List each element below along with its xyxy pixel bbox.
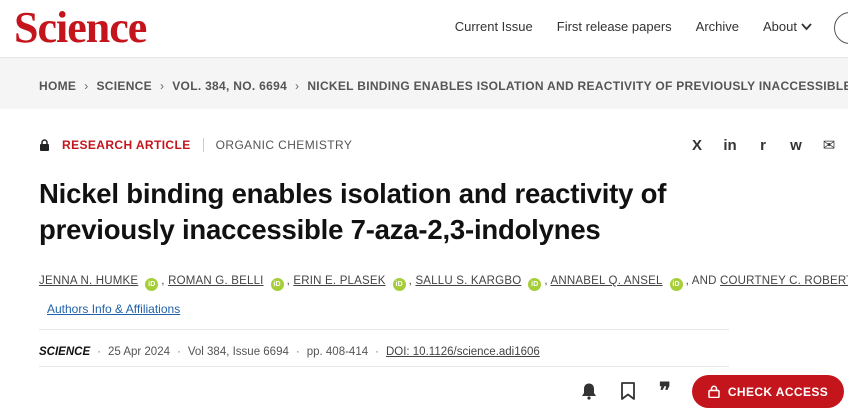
separator-dot: · — [295, 346, 300, 358]
author-link[interactable]: ROMAN G. BELLI — [168, 275, 263, 287]
author-link[interactable]: ERIN E. PLASEK — [293, 275, 385, 287]
authors-info-affiliations-link[interactable]: Authors Info & Affiliations — [47, 302, 180, 316]
chevron-right-icon: › — [159, 79, 165, 93]
page-range: pp. 408-414 — [306, 346, 369, 358]
article-type: RESEARCH ARTICLE — [62, 138, 191, 152]
cite-icon[interactable]: ❞ — [659, 380, 671, 402]
check-access-label: CHECK ACCESS — [727, 384, 829, 399]
nav-about[interactable]: About — [763, 18, 812, 36]
top-navigation: Science Current Issue First release pape… — [0, 0, 848, 56]
orcid-icon[interactable]: iD — [270, 278, 284, 291]
share-bar: X in r w ✉ — [688, 137, 838, 155]
author-link[interactable]: COURTNEY C. ROBERTS — [720, 275, 848, 287]
author-link[interactable]: JENNA N. HUMKE — [39, 275, 138, 287]
author-link[interactable]: SALLU S. KARGBO — [415, 275, 521, 287]
separator-dot: · — [97, 346, 101, 358]
nav-archive[interactable]: Archive — [696, 18, 739, 36]
linkedin-icon[interactable]: in — [721, 137, 739, 155]
lock-icon — [40, 139, 49, 151]
article-meta: RESEARCH ARTICLE ORGANIC CHEMISTRY — [39, 138, 352, 152]
bell-icon[interactable] — [580, 382, 598, 400]
chevron-right-icon: › — [84, 79, 89, 93]
divider — [39, 366, 729, 367]
wechat-icon[interactable]: w — [787, 137, 805, 155]
breadcrumb-volume[interactable]: VOL. 384, NO. 6694 — [172, 79, 287, 93]
breadcrumb-current: NICKEL BINDING ENABLES ISOLATION AND REA… — [307, 79, 848, 93]
orcid-icon[interactable]: iD — [145, 278, 159, 291]
article-subject[interactable]: ORGANIC CHEMISTRY — [216, 138, 353, 152]
orcid-icon[interactable]: iD — [392, 278, 406, 291]
nav-about-label: About — [763, 19, 797, 34]
author-link[interactable]: ANNABEL Q. ANSEL — [551, 275, 663, 287]
doi-link[interactable]: DOI: 10.1126/science.adi1606 — [386, 346, 540, 358]
orcid-icon[interactable]: iD — [528, 278, 542, 291]
x-icon[interactable]: X — [688, 137, 706, 155]
breadcrumb: HOME › SCIENCE › VOL. 384, NO. 6694 › NICKEL B… — [39, 79, 848, 93]
journal-name: SCIENCE — [39, 346, 91, 358]
publication-date: 25 Apr 2024 — [107, 346, 170, 358]
and-text: , AND — [685, 275, 717, 287]
reddit-icon[interactable]: r — [754, 137, 772, 155]
volume-issue: Vol 384, Issue 6694 — [187, 346, 289, 358]
nav-current-issue[interactable]: Current Issue — [455, 18, 533, 36]
bookmark-icon[interactable] — [620, 382, 636, 400]
divider — [202, 138, 204, 152]
email-icon[interactable]: ✉ — [820, 137, 838, 155]
divider — [39, 329, 729, 330]
chevron-down-icon — [801, 23, 812, 31]
breadcrumb-bar: HOME › SCIENCE › VOL. 384, NO. 6694 › NICKEL B… — [0, 57, 848, 109]
science-logo[interactable]: Science — [14, 4, 147, 52]
breadcrumb-home[interactable]: HOME — [39, 79, 76, 93]
citation-line: SCIENCE · 25 Apr 2024 · Vol 384, Issue 6694 ·… — [39, 346, 540, 358]
check-access-button[interactable]: CHECK ACCESS — [692, 375, 844, 408]
nav-links: Current Issue First release papers Archi… — [455, 18, 812, 36]
chevron-right-icon: › — [295, 79, 300, 93]
separator-dot: · — [375, 346, 379, 358]
nav-first-release-papers[interactable]: First release papers — [557, 18, 672, 36]
lock-icon — [708, 385, 720, 398]
author-list: JENNA N. HUMKE iD, ROMAN G. BELLI iD, ERIN… — [39, 275, 848, 291]
separator-dot: · — [177, 346, 181, 358]
breadcrumb-science[interactable]: SCIENCE — [97, 79, 152, 93]
orcid-icon[interactable]: iD — [669, 278, 683, 291]
article-title: Nickel binding enables isolation and rea… — [39, 178, 667, 245]
search-button[interactable] — [834, 12, 848, 44]
